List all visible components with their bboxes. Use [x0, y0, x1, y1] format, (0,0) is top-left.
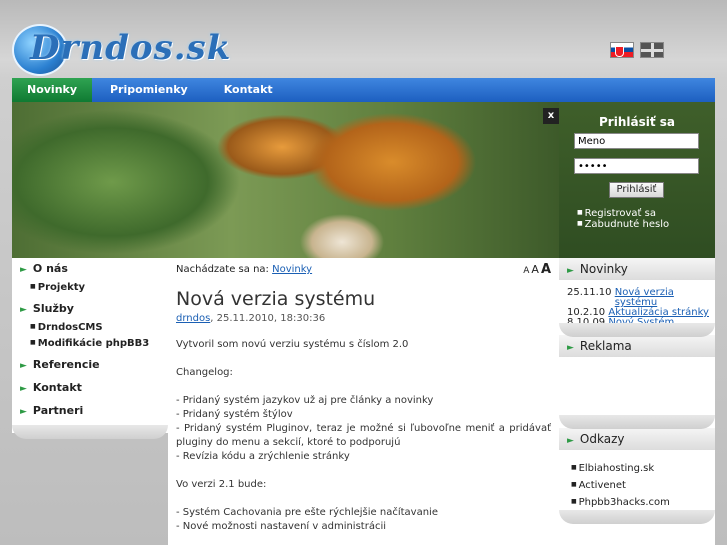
news-list: 25.11.10 Nová verzia systému 10.2.10 Akt… — [567, 288, 717, 328]
author-link[interactable]: drndos — [176, 313, 210, 324]
link-activenet[interactable]: Activenet — [571, 477, 670, 494]
article-paragraph: Changelog: — [176, 367, 233, 378]
article-paragraph: Vytvoril som novú verziu systému s číslo… — [176, 339, 409, 350]
left-sidebar: ►O nás Projekty ►Služby DrndosCMS Modifi… — [12, 258, 168, 433]
article-paragraph: - Systém Cachovania pre ešte rýchlejšie … — [176, 507, 438, 532]
chevron-right-icon: ► — [20, 384, 27, 394]
login-panel: Prihlásiť sa Prihlásiť Registrovať sa Za… — [559, 102, 715, 258]
article-body: Vytvoril som novú verziu systému s číslo… — [176, 338, 551, 545]
butterfly-banner-image — [12, 102, 559, 258]
font-size-medium[interactable]: A — [531, 263, 539, 276]
header: Drndos.sk — [0, 0, 727, 78]
login-links: Registrovať sa Zabudnuté heslo — [577, 208, 670, 230]
sidebar-item-kontakt[interactable]: ► Kontakt — [20, 381, 82, 394]
nav-item-kontakt[interactable]: Kontakt — [206, 78, 291, 102]
username-input[interactable] — [574, 133, 699, 149]
news-item: 25.11.10 Nová verzia systému — [567, 287, 675, 308]
sidebar-item-referencie[interactable]: ► Referencie — [20, 358, 100, 371]
font-size-large[interactable]: A — [541, 262, 551, 277]
sidebar-subitem-drndoscms[interactable]: DrndosCMS — [30, 322, 103, 333]
chevron-right-icon: ► — [567, 266, 574, 276]
nav-item-novinky[interactable]: Novinky — [12, 78, 92, 102]
language-switcher — [610, 42, 664, 58]
banner-close-button[interactable]: x — [543, 108, 559, 124]
right-sidebar: ► Novinky 25.11.10 Nová verzia systému 10… — [559, 258, 715, 545]
right-box-separator — [559, 415, 715, 429]
forgot-password-link[interactable]: Zabudnuté heslo — [577, 219, 670, 230]
font-size-small[interactable]: A — [523, 266, 529, 276]
login-button[interactable]: Prihlásiť — [609, 182, 664, 198]
chevron-right-icon: ► — [567, 436, 574, 446]
font-size-switcher: AAA — [521, 262, 551, 277]
article-date: , 25.11.2010, 18:30:36 — [210, 313, 326, 324]
sidebar-item-sluzby[interactable]: ► Služby — [20, 302, 74, 315]
links-list: Elbiahosting.sk Activenet Phpbb3hacks.co… — [571, 460, 670, 511]
english-flag-icon[interactable] — [640, 42, 664, 58]
chevron-right-icon: ► — [20, 265, 27, 275]
main-content: Nachádzate sa na: Novinky AAA Nová verzi… — [168, 258, 559, 545]
article-paragraph: - Pridaný systém jazykov už aj pre článk… — [176, 395, 551, 462]
link-elbiahosting[interactable]: Elbiahosting.sk — [571, 460, 670, 477]
chevron-right-icon: ► — [20, 305, 27, 315]
news-box-header: ► Novinky — [559, 258, 715, 280]
article-paragraph: Vo verzi 2.1 bude: — [176, 479, 267, 490]
right-box-separator — [559, 323, 715, 337]
news-link[interactable]: Nová verzia systému — [615, 288, 675, 308]
sidebar-footer — [12, 425, 168, 439]
sidebar-subitem-phpbb3[interactable]: Modifikácie phpBB3 — [30, 338, 149, 349]
login-title: Prihlásiť sa — [599, 115, 675, 129]
logo-text: Drndos.sk — [30, 28, 232, 68]
right-box-separator — [559, 510, 715, 524]
breadcrumb: Nachádzate sa na: Novinky — [176, 264, 313, 275]
sidebar-item-partneri[interactable]: ► Partneri — [20, 404, 83, 417]
slovak-flag-icon[interactable] — [610, 42, 634, 58]
chevron-right-icon: ► — [20, 407, 27, 417]
breadcrumb-link-novinky[interactable]: Novinky — [272, 264, 312, 275]
password-input[interactable] — [574, 158, 699, 174]
article-meta: drndos, 25.11.2010, 18:30:36 — [176, 313, 325, 324]
ads-box-header: ► Reklama — [559, 335, 715, 357]
register-link[interactable]: Registrovať sa — [577, 208, 669, 219]
article-title: Nová verzia systému — [176, 288, 376, 310]
sidebar-subitem-projekty[interactable]: Projekty — [30, 282, 85, 293]
nav-item-pripomienky[interactable]: Pripomienky — [92, 78, 206, 102]
site-logo[interactable]: Drndos.sk — [12, 22, 230, 78]
sidebar-item-o-nas[interactable]: ► O nás — [20, 262, 68, 275]
chevron-right-icon: ► — [567, 343, 574, 353]
links-box-header: ► Odkazy — [559, 428, 715, 450]
main-nav: Novinky Pripomienky Kontakt — [12, 78, 715, 102]
link-phpbb3hacks[interactable]: Phpbb3hacks.com — [571, 494, 670, 511]
chevron-right-icon: ► — [20, 361, 27, 371]
